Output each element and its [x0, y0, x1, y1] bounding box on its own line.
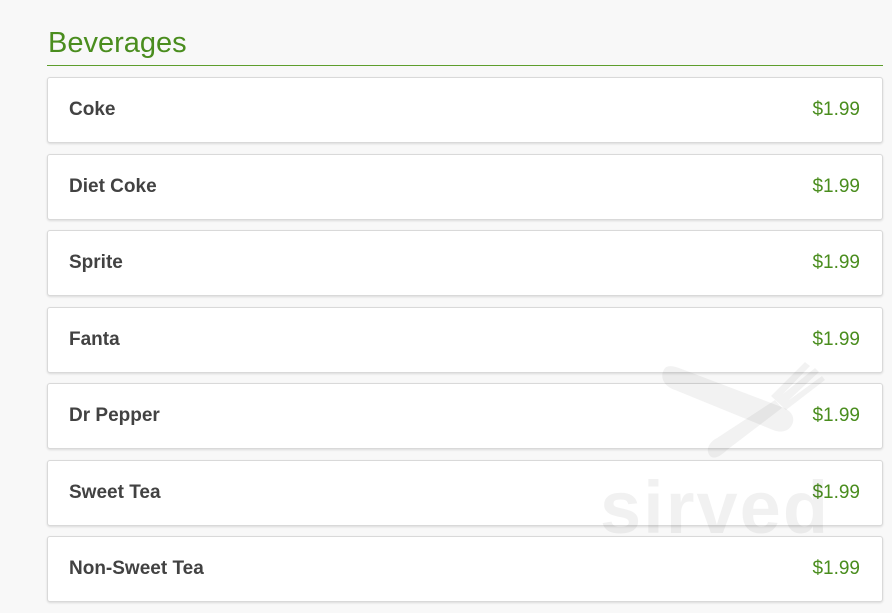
section-header: Beverages [47, 0, 883, 66]
menu-item-name: Coke [69, 99, 116, 120]
section-title: Beverages [48, 27, 187, 59]
menu-section-beverages: Beverages Coke $1.99 Diet Coke $1.99 Spr… [47, 0, 883, 602]
menu-item-coke[interactable]: Coke $1.99 [47, 77, 883, 143]
menu-item-name: Sprite [69, 252, 123, 273]
menu-item-list: Coke $1.99 Diet Coke $1.99 Sprite $1.99 … [47, 77, 883, 613]
menu-item-name: Non-Sweet Tea [69, 558, 204, 579]
menu-item-non-sweet-tea[interactable]: Non-Sweet Tea $1.99 [47, 536, 883, 602]
menu-item-price: $1.99 [812, 175, 860, 197]
menu-item-price: $1.99 [812, 328, 860, 350]
menu-item-dr-pepper[interactable]: Dr Pepper $1.99 [47, 383, 883, 449]
menu-item-price: $1.99 [812, 99, 860, 120]
menu-item-name: Fanta [69, 328, 120, 350]
menu-item-sprite[interactable]: Sprite $1.99 [47, 230, 883, 296]
menu-item-name: Dr Pepper [69, 405, 160, 426]
menu-item-price: $1.99 [812, 558, 860, 579]
menu-item-name: Diet Coke [69, 175, 157, 197]
menu-item-sweet-tea[interactable]: Sweet Tea $1.99 [47, 459, 883, 526]
menu-item-price: $1.99 [812, 252, 860, 273]
menu-item-name: Sweet Tea [69, 481, 161, 503]
menu-item-price: $1.99 [812, 405, 860, 426]
menu-item-diet-coke[interactable]: Diet Coke $1.99 [47, 153, 883, 220]
menu-item-fanta[interactable]: Fanta $1.99 [47, 306, 883, 373]
menu-item-price: $1.99 [812, 481, 860, 503]
